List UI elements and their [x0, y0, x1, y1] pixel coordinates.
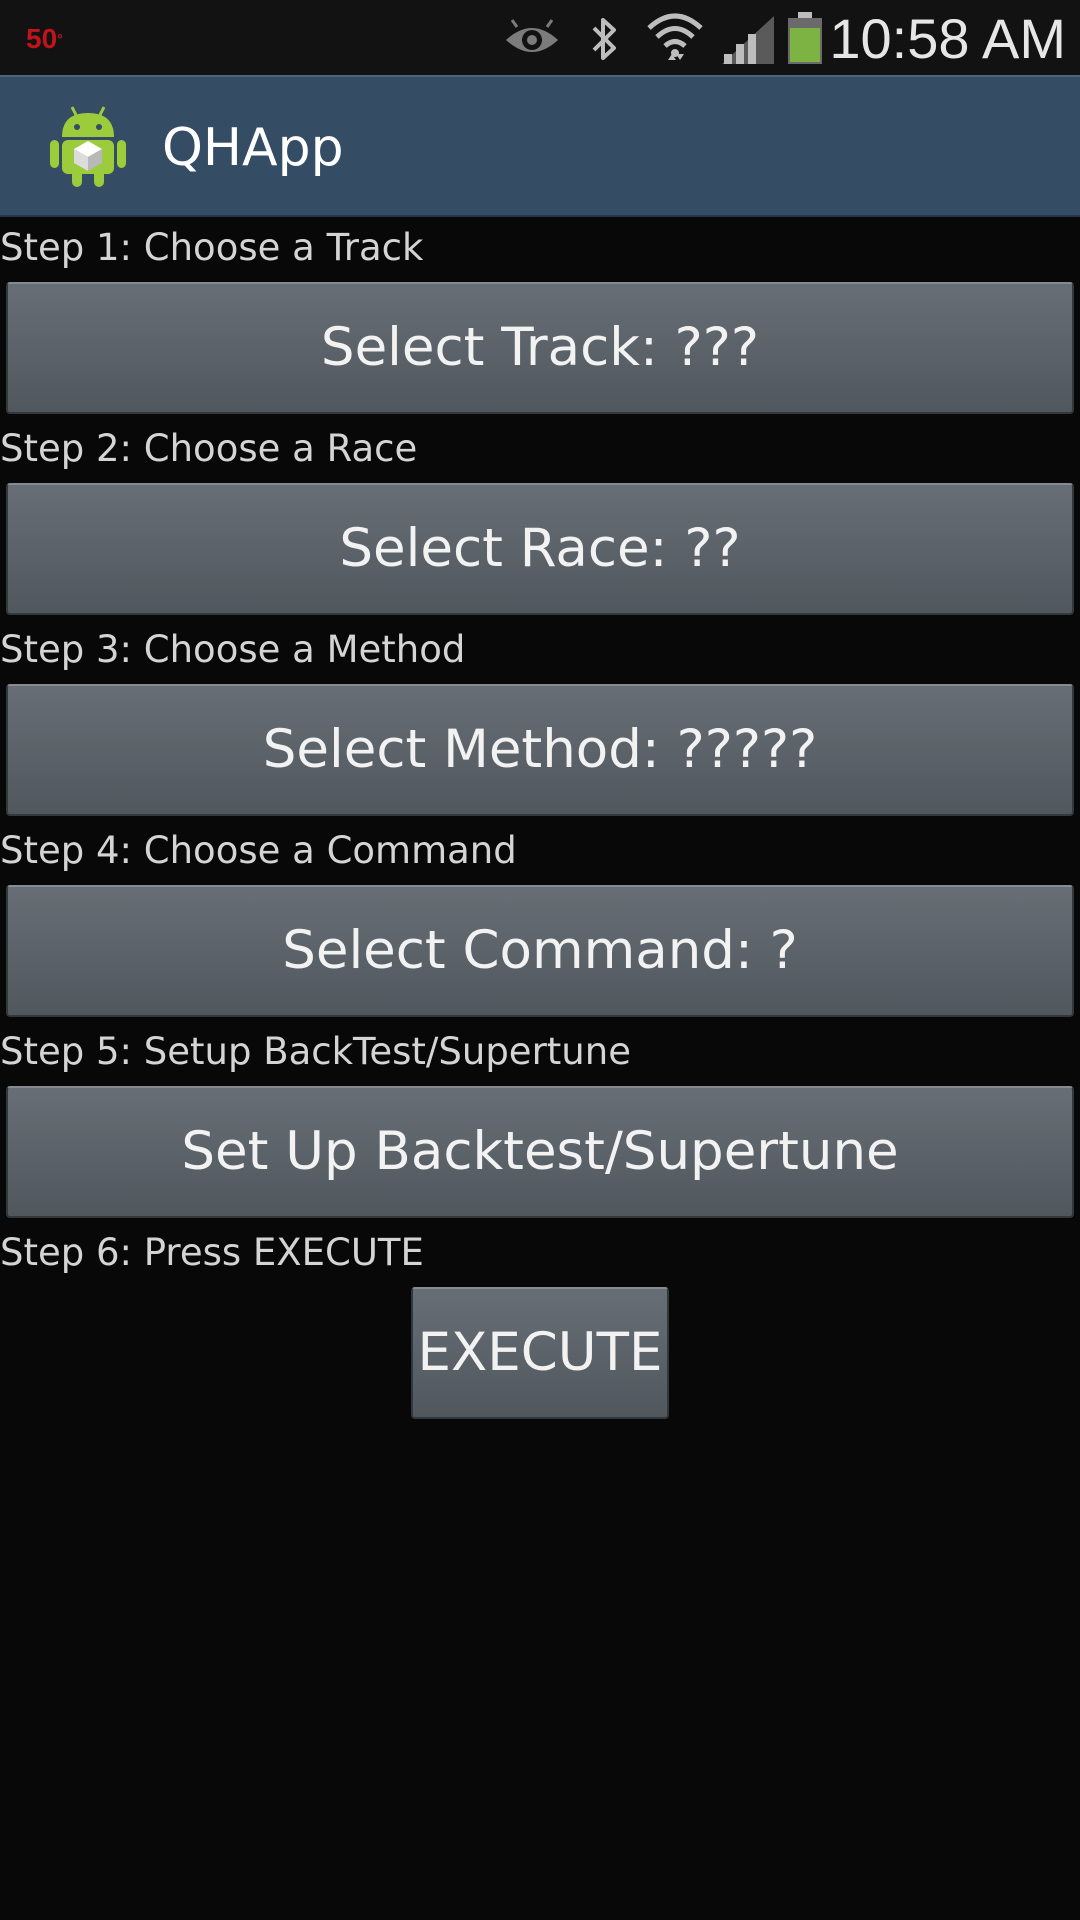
- eye-icon: [506, 19, 558, 52]
- clock: 10:58 AM: [829, 7, 1066, 70]
- action-bar: QHApp: [0, 75, 1080, 217]
- battery-icon: [788, 12, 822, 64]
- select-method-button[interactable]: Select Method: ?????: [6, 684, 1074, 816]
- status-bar: 50° 10:58 AM: [0, 0, 1080, 75]
- step-5-label: Step 5: Setup BackTest/Supertune: [0, 1030, 631, 1073]
- android-app-icon: [50, 106, 126, 187]
- app-title: QHApp: [162, 118, 344, 178]
- temperature-unit: °: [57, 31, 63, 47]
- select-command-button[interactable]: Select Command: ?: [6, 885, 1074, 1017]
- execute-button[interactable]: EXECUTE: [411, 1287, 669, 1419]
- signal-icon: [722, 16, 774, 64]
- temperature-readout: 50°: [26, 24, 63, 54]
- setup-backtest-button[interactable]: Set Up Backtest/Supertune: [6, 1086, 1074, 1218]
- step-2-label: Step 2: Choose a Race: [0, 427, 418, 470]
- step-3-label: Step 3: Choose a Method: [0, 628, 466, 671]
- select-track-button[interactable]: Select Track: ???: [6, 282, 1074, 414]
- wifi-icon: [647, 13, 703, 60]
- bluetooth-icon: [592, 18, 616, 60]
- step-1-label: Step 1: Choose a Track: [0, 226, 424, 269]
- temperature-value: 50: [26, 23, 58, 54]
- select-race-button[interactable]: Select Race: ??: [6, 483, 1074, 615]
- step-6-label: Step 6: Press EXECUTE: [0, 1231, 424, 1274]
- step-4-label: Step 4: Choose a Command: [0, 829, 517, 872]
